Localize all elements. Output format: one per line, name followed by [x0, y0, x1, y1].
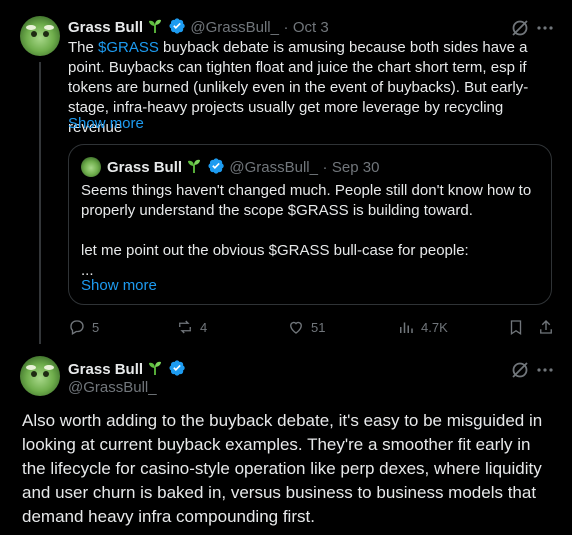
- quote-line: properly understand the scope $GRASS is …: [81, 202, 473, 219]
- quoted-tweet-card[interactable]: Grass Bull @GrassBull_ · Sep 30 Seems th…: [68, 144, 552, 305]
- repost-icon: [179, 320, 191, 334]
- reply-button[interactable]: 5: [68, 318, 99, 336]
- quote-line: let me point out the obvious $GRASS bull…: [81, 242, 469, 259]
- views-button[interactable]: 4.7K: [397, 318, 448, 336]
- author-handle[interactable]: @GrassBull_: [190, 19, 279, 36]
- quote-timestamp: Sep 30: [331, 159, 380, 176]
- quote-author-handle: @GrassBull_: [229, 159, 318, 176]
- show-more-link[interactable]: Show more: [68, 115, 144, 132]
- author-name[interactable]: Grass Bull: [68, 19, 143, 36]
- views-count: 4.7K: [421, 319, 448, 335]
- tweet-text: Also worth adding to the buyback debate,…: [22, 411, 543, 526]
- reply-count: 5: [92, 319, 100, 335]
- thread-line: [39, 62, 41, 344]
- views-icon: [400, 322, 413, 333]
- like-button[interactable]: 51: [287, 318, 325, 336]
- sprout-icon: [149, 19, 162, 33]
- quote-text: Seems things haven't changed much. Peopl…: [81, 181, 546, 281]
- bookmark-icon: [510, 320, 522, 336]
- quote-line: Seems things haven't changed much. Peopl…: [81, 182, 532, 199]
- separator: ·: [283, 19, 289, 36]
- separator: ·: [322, 159, 328, 176]
- like-count: 51: [311, 319, 326, 335]
- verified-badge-icon: [208, 158, 224, 174]
- more-icon[interactable]: [535, 360, 555, 380]
- sprout-icon: [188, 159, 201, 173]
- reply-icon: [70, 320, 84, 335]
- grok-icon[interactable]: [510, 18, 530, 38]
- quote-header: Grass Bull @GrassBull_ · Sep 30: [107, 157, 379, 177]
- tweet-header: Grass Bull: [68, 359, 186, 379]
- tweet-text-part: The: [68, 39, 99, 56]
- avatar[interactable]: [20, 16, 60, 56]
- repost-button[interactable]: 4: [176, 318, 207, 336]
- share-icon: [540, 320, 552, 334]
- grok-icon[interactable]: [510, 360, 530, 380]
- author-name[interactable]: Grass Bull: [68, 361, 143, 378]
- bookmark-button[interactable]: [507, 318, 525, 336]
- more-icon[interactable]: [535, 18, 555, 38]
- verified-badge-icon: [169, 360, 185, 376]
- tweet-header: Grass Bull @GrassBull_ · Oct 3: [68, 17, 329, 37]
- share-button[interactable]: [537, 318, 555, 336]
- sprout-icon: [149, 361, 162, 375]
- author-handle[interactable]: @GrassBull_: [68, 379, 157, 396]
- repost-count: 4: [200, 319, 208, 335]
- avatar[interactable]: [20, 356, 60, 396]
- verified-badge-icon: [169, 18, 185, 34]
- quote-show-more-link[interactable]: Show more: [81, 277, 157, 294]
- cashtag-link[interactable]: $GRASS: [98, 39, 159, 56]
- like-icon: [290, 321, 302, 334]
- quote-author-name: Grass Bull: [107, 159, 183, 176]
- quote-avatar: [81, 157, 101, 177]
- timestamp[interactable]: Oct 3: [293, 19, 329, 36]
